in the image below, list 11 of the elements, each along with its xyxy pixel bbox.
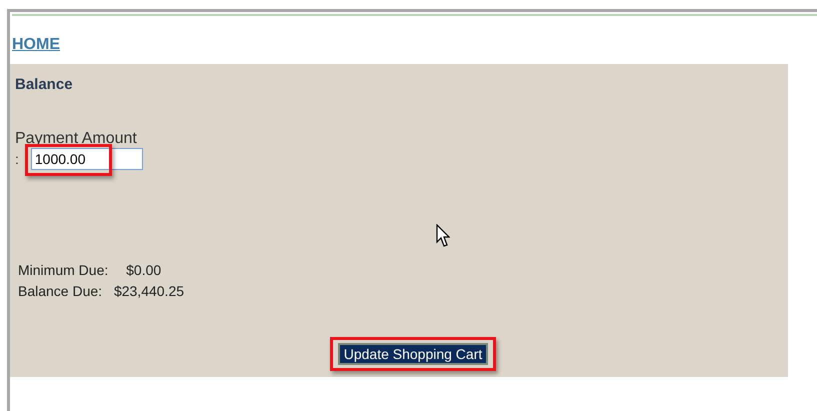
due-amount: $0.00 xyxy=(126,262,162,278)
home-link[interactable]: HOME xyxy=(12,36,60,53)
due-label: Balance Due: xyxy=(18,282,102,301)
cursor-icon xyxy=(436,224,450,248)
payment-amount-field[interactable]: 1000.00 xyxy=(30,148,143,170)
panel-title: Balance xyxy=(15,76,74,93)
due-label: Minimum Due: xyxy=(18,261,108,280)
payment-label: Payment Amount xyxy=(15,130,138,148)
update-cart-button[interactable]: Update Shopping Cart xyxy=(338,343,488,365)
due-amount: $23,440.25 xyxy=(114,283,184,299)
separator: : xyxy=(15,151,19,167)
